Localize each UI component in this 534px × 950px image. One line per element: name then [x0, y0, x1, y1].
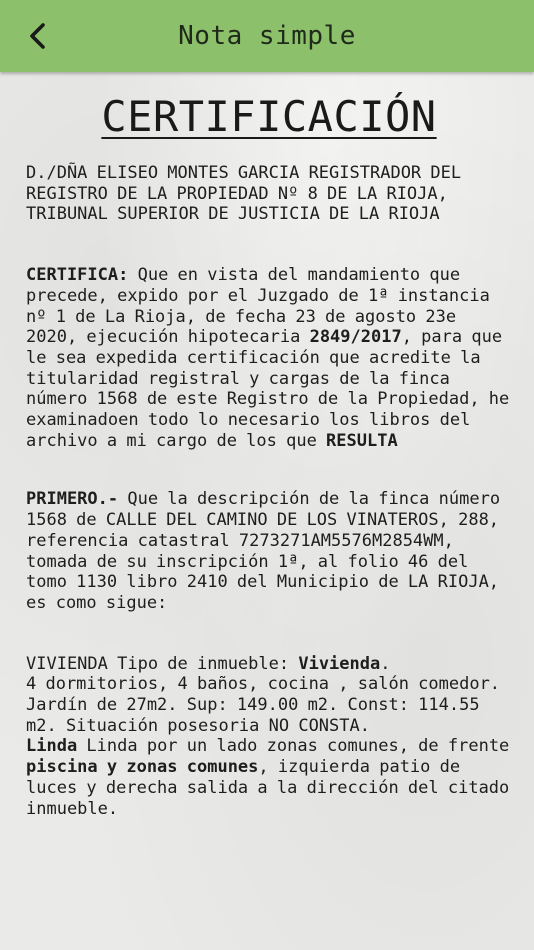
primero-label: PRIMERO.-: [26, 489, 119, 510]
linda-bold: piscina y zonas comunes: [26, 757, 259, 778]
document-content: CERTIFICACIÓN D./DÑA ELISEO MONTES GARCI…: [26, 92, 512, 819]
certifica-paragraph: CERTIFICA: Que en vista del mandamiento …: [26, 265, 512, 451]
app-bar: Nota simple: [0, 0, 534, 72]
vivienda-suffix: .: [380, 653, 391, 674]
case-number: 2849/2017: [309, 327, 402, 348]
linda-text-1: Linda por un lado zonas comunes, de fren…: [77, 736, 510, 757]
document-heading: CERTIFICACIÓN: [101, 92, 437, 141]
page-title: Nota simple: [178, 21, 356, 51]
primero-paragraph: PRIMERO.- Que la descripción de la finca…: [26, 489, 512, 613]
vivienda-details: 4 dormitorios, 4 baños, cocina , salón c…: [26, 674, 501, 736]
linda-label: Linda: [26, 736, 78, 757]
vivienda-tipo: Vivienda: [298, 653, 381, 674]
vivienda-prefix: VIVIENDA Tipo de inmueble:: [26, 653, 299, 674]
vivienda-paragraph: VIVIENDA Tipo de inmueble: Vivienda. 4 do…: [26, 654, 512, 820]
resulta-label: RESULTA: [326, 430, 398, 451]
certifica-label: CERTIFICA:: [26, 265, 129, 286]
intro-paragraph: D./DÑA ELISEO MONTES GARCIA REGISTRADOR …: [26, 163, 462, 225]
